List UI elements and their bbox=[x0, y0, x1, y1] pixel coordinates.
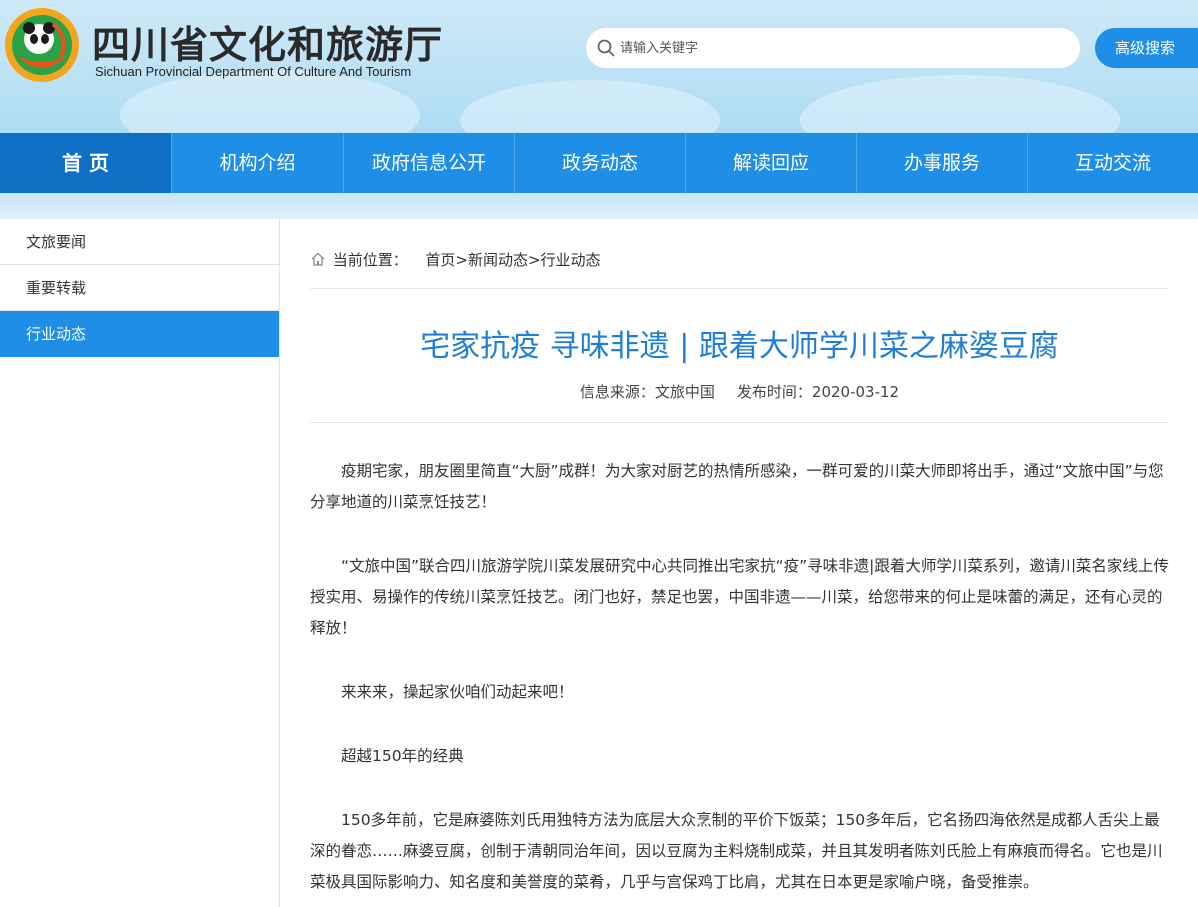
article-paragraph: 疫期宅家，朋友圈里简直“大厨”成群！为大家对厨艺的热情所感染，一群可爱的川菜大师… bbox=[310, 462, 1164, 511]
sidebar-item-industry-news[interactable]: 行业动态 bbox=[0, 311, 279, 357]
site-title: 四川省文化和旅游厅 bbox=[92, 23, 444, 67]
breadcrumb-link-industry[interactable]: 行业动态 bbox=[541, 251, 601, 269]
home-icon bbox=[311, 252, 325, 266]
breadcrumb-separator: > bbox=[455, 251, 468, 269]
article-paragraph: “文旅中国”联合四川旅游学院川菜发展研究中心共同推出宅家抗“疫”寻味非遗|跟着大… bbox=[310, 557, 1169, 637]
advanced-search-button[interactable]: 高级搜索 bbox=[1095, 28, 1198, 68]
article-paragraph: 超越150年的经典 bbox=[341, 747, 464, 765]
header-cloud-decoration bbox=[460, 80, 720, 133]
nav-item-services[interactable]: 办事服务 bbox=[857, 133, 1028, 193]
breadcrumb-link-home[interactable]: 首页 bbox=[425, 251, 455, 269]
nav-item-about[interactable]: 机构介绍 bbox=[172, 133, 344, 193]
sidebar-item-reprints[interactable]: 重要转载 bbox=[0, 265, 279, 311]
article-source: 信息来源：文旅中国 bbox=[579, 383, 715, 401]
sidebar-item-culture-news[interactable]: 文旅要闻 bbox=[0, 219, 279, 265]
sidebar: 文旅要闻 重要转载 行业动态 bbox=[0, 219, 280, 907]
article-title: 宅家抗疫 寻味非遗 | 跟着大师学川菜之麻婆豆腐 bbox=[420, 329, 1059, 364]
nav-item-interaction[interactable]: 互动交流 bbox=[1028, 133, 1198, 193]
search-input[interactable] bbox=[620, 34, 1060, 62]
panda-logo-icon[interactable] bbox=[3, 6, 81, 84]
breadcrumb-separator: > bbox=[527, 251, 541, 269]
breadcrumb: 当前位置： 首页>新闻动态>行业动态 bbox=[310, 249, 601, 271]
search-box bbox=[586, 28, 1080, 68]
article-body: 疫期宅家，朋友圈里简直“大厨”成群！为大家对厨艺的热情所感染，一群可爱的川菜大师… bbox=[310, 456, 1169, 907]
divider bbox=[310, 422, 1169, 423]
article-paragraph: 150多年前，它是麻婆陈刘氏用独特方法为底层大众烹制的平价下饭菜；150多年后，… bbox=[310, 811, 1163, 891]
main-nav: 首 页 机构介绍 政府信息公开 政务动态 解读回应 办事服务 互动交流 bbox=[0, 133, 1198, 193]
article-date: 发布时间：2020-03-12 bbox=[736, 383, 900, 401]
article-paragraph: 来来来，操起家伙咱们动起来吧！ bbox=[341, 683, 574, 701]
nav-item-interpretation[interactable]: 解读回应 bbox=[686, 133, 857, 193]
site-subtitle: Sichuan Provincial Department Of Culture… bbox=[95, 64, 412, 79]
breadcrumb-prefix: 当前位置： bbox=[332, 251, 408, 269]
breadcrumb-link-news[interactable]: 新闻动态 bbox=[468, 251, 528, 269]
divider bbox=[310, 288, 1169, 289]
nav-item-gov-info[interactable]: 政府信息公开 bbox=[344, 133, 515, 193]
site-header: 四川省文化和旅游厅 Sichuan Provincial Department … bbox=[0, 0, 1198, 133]
nav-item-news[interactable]: 政务动态 bbox=[515, 133, 686, 193]
decorative-band bbox=[0, 193, 1198, 219]
header-cloud-decoration bbox=[120, 70, 420, 133]
search-icon[interactable] bbox=[596, 38, 616, 58]
header-cloud-decoration bbox=[800, 75, 1120, 133]
nav-item-home[interactable]: 首 页 bbox=[0, 133, 172, 193]
article-meta: 信息来源：文旅中国 发布时间：2020-03-12 bbox=[310, 381, 1169, 402]
